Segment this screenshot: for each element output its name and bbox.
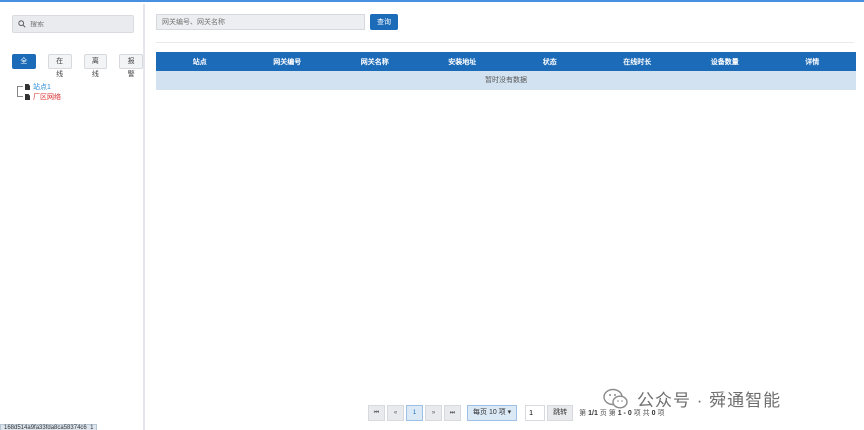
sidebar-search-input[interactable]	[30, 20, 126, 28]
column-header-online-duration[interactable]: 在线时长	[594, 57, 682, 67]
prev-page-button[interactable]: «	[387, 405, 404, 421]
page-info-total: 0	[651, 410, 656, 417]
page-info-page: 1/1	[588, 410, 598, 417]
app-frame: 全部 在线 离线 报警 站点1 厂区网络 查询 站点	[0, 0, 864, 430]
table-header: 站点 网关编号 网关名称 安装地址 状态 在线时长 设备数量 详情	[156, 52, 856, 71]
watermark-text: 公众号 · 舜通智能	[637, 391, 782, 410]
page-info-suffix: 项	[657, 410, 665, 417]
gateway-table: 站点 网关编号 网关名称 安装地址 状态 在线时长 设备数量 详情 暂时没有数据	[156, 52, 856, 90]
column-header-install-address[interactable]: 安装地址	[419, 57, 507, 67]
per-page-label: 每页 10 项	[473, 409, 506, 416]
goto-page-input[interactable]	[525, 405, 546, 421]
per-page-select[interactable]: 每页 10 项 ▾	[467, 405, 518, 421]
filter-online-button[interactable]: 在线	[47, 54, 72, 78]
first-page-button[interactable]: ⏮	[368, 405, 385, 421]
wechat-icon	[603, 388, 628, 409]
tree-item-label: 站点1	[33, 84, 51, 91]
main-content: 查询 站点 网关编号 网关名称 安装地址 状态 在线时长 设备数量 详情 暂时没…	[156, 4, 864, 430]
page-info-mid2: 项 共	[633, 410, 650, 417]
last-page-button[interactable]: ⏭	[444, 405, 461, 421]
column-header-details[interactable]: 详情	[769, 57, 857, 67]
tree-item-station[interactable]: 站点1	[17, 82, 61, 92]
gateway-search-input[interactable]	[156, 14, 365, 30]
filter-alarm-button[interactable]: 报警	[119, 54, 143, 78]
next-page-button[interactable]: »	[425, 405, 442, 421]
column-header-gateway-name[interactable]: 网关名称	[331, 57, 419, 67]
watermark: 公众号 · 舜通智能	[603, 386, 781, 411]
goto-page-button[interactable]: 跳转	[547, 405, 574, 421]
empty-table-message: 暂时没有数据	[156, 71, 856, 90]
sidebar-search[interactable]	[12, 15, 134, 33]
page-info-prefix: 第	[579, 410, 587, 417]
column-header-station[interactable]: 站点	[156, 57, 244, 67]
column-header-status[interactable]: 状态	[506, 57, 594, 67]
column-header-device-count[interactable]: 设备数量	[681, 57, 769, 67]
page-info-mid: 页 第	[599, 410, 616, 417]
column-header-gateway-id[interactable]: 网关编号	[244, 57, 332, 67]
filter-offline-button[interactable]: 离线	[83, 54, 108, 78]
sidebar: 全部 在线 离线 报警 站点1 厂区网络	[0, 4, 145, 430]
search-icon	[18, 20, 26, 28]
station-tree: 站点1 厂区网络	[17, 82, 61, 102]
tree-item-factory-network[interactable]: 厂区网络	[17, 86, 61, 102]
file-icon	[25, 84, 30, 90]
file-icon	[25, 94, 30, 100]
tree-item-label: 厂区网络	[33, 94, 61, 101]
tree-connector	[17, 86, 23, 97]
status-bar: 168d514a9fa33fda8ca58374c6_1	[0, 424, 98, 430]
query-button[interactable]: 查询	[370, 14, 398, 30]
filter-all-button[interactable]: 全部	[12, 54, 36, 78]
status-filter-group: 全部 在线 离线 报警	[12, 54, 143, 78]
divider	[156, 42, 854, 43]
query-bar: 查询	[156, 14, 398, 30]
page-info-range: 1 - 0	[617, 410, 632, 417]
current-page-button[interactable]: 1	[406, 405, 423, 421]
